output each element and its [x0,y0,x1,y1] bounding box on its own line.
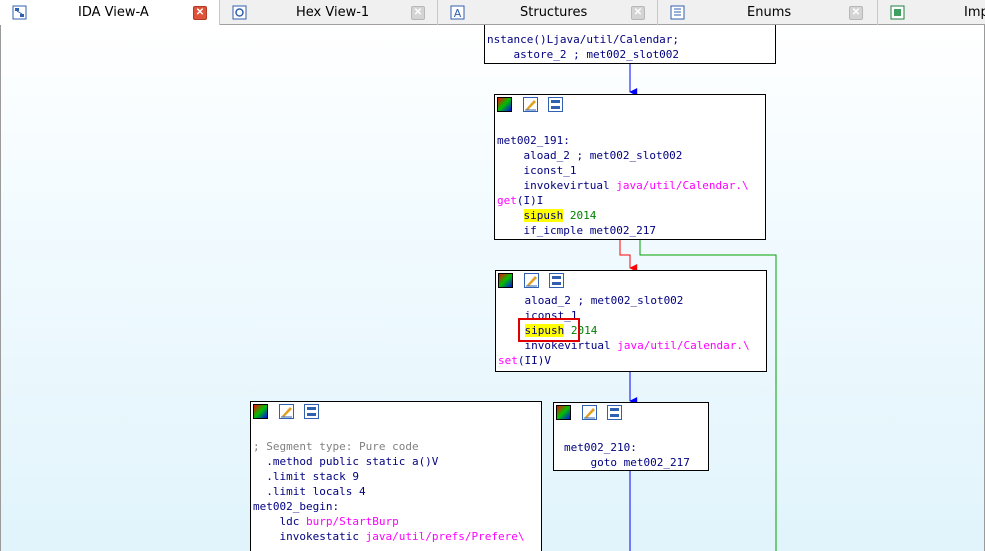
search-highlight: sipush [523,209,564,222]
node-toolbar [498,273,568,288]
code-label: met002_begin: [253,500,340,513]
code-comment: ; Segment type: Pure code [253,440,419,453]
code-line: aload_2 ; met002_slot002 [498,294,684,307]
rename-icon[interactable] [581,405,597,420]
svg-text:A: A [454,7,462,20]
tab-enums[interactable]: Enums ✕ [658,0,878,25]
tab-imports[interactable]: Imp [878,0,985,25]
tab-label: Hex View-1 [296,5,370,20]
rename-icon[interactable] [523,273,539,288]
code-line: .method public static a()V [253,455,439,468]
code-line: get(I)I [497,194,544,207]
imports-icon [890,5,905,20]
code-line: aload_2 ; met002_slot002 [497,149,683,162]
close-icon[interactable]: ✕ [411,6,425,20]
code-label: met002_210: [564,441,637,454]
code-line: goto met002_217 [564,456,690,469]
code-line: ldc burp/StartBurp [253,515,399,528]
tab-bar: IDA View-A ✕ Hex View-1 ✕ A Structures ✕… [0,0,985,25]
tab-label: IDA View-A [78,5,149,20]
tab-hex-view-1[interactable]: Hex View-1 ✕ [220,0,438,25]
code-block-top[interactable]: nstance()Ljava/util/Calendar; astore_2 ;… [484,25,776,64]
edge-false-branch [619,240,638,272]
close-icon[interactable]: ✕ [631,6,645,20]
code-label: met002_191: [497,134,570,147]
hex-view-icon [232,5,247,20]
color-palette-icon[interactable] [497,97,512,112]
annotation-box [518,318,580,342]
group-nodes-icon[interactable] [607,405,623,420]
tab-label: Imp [964,5,985,20]
tab-ida-view-a[interactable]: IDA View-A ✕ [0,0,220,25]
code-line: .limit stack 9 [253,470,359,483]
code-block-met002-210[interactable]: met002_210: goto met002_217 [553,402,709,471]
node-toolbar [253,404,323,419]
color-palette-icon[interactable] [253,404,268,419]
enums-icon [670,5,685,20]
tab-label: Enums [747,5,792,20]
graph-view-icon [12,5,27,20]
code-block-segment[interactable]: ; Segment type: Pure code .method public… [250,401,542,551]
structures-icon: A [450,5,465,20]
code-line: invokestatic java/util/prefs/Prefere\ [253,530,525,543]
code-line: .limit locals 4 [253,485,366,498]
graph-canvas[interactable]: nstance()Ljava/util/Calendar; astore_2 ;… [0,25,985,551]
code-line: sipush 2014 [523,209,597,222]
tab-structures[interactable]: A Structures ✕ [438,0,658,25]
group-nodes-icon[interactable] [548,97,564,112]
node-toolbar [497,97,567,112]
code-line: astore_2 ; met002_slot002 [487,48,680,61]
color-palette-icon[interactable] [556,405,571,420]
rename-icon[interactable] [522,97,538,112]
group-nodes-icon[interactable] [549,273,565,288]
color-palette-icon[interactable] [498,273,513,288]
code-line: iconst_1 [497,164,577,177]
close-icon[interactable]: ✕ [193,6,207,20]
close-icon[interactable]: ✕ [849,6,863,20]
group-nodes-icon[interactable] [304,404,320,419]
code-line: if_icmple met002_217 [497,224,656,237]
tab-label: Structures [520,5,588,20]
code-line: nstance()Ljava/util/Calendar; [487,33,680,46]
node-toolbar [556,405,626,420]
code-block-met002-191[interactable]: met002_191: aload_2 ; met002_slot002 ico… [494,94,766,240]
rename-icon[interactable] [278,404,294,419]
code-line: set(II)V [498,354,551,367]
code-line: invokevirtual java/util/Calendar.\ [497,179,749,192]
